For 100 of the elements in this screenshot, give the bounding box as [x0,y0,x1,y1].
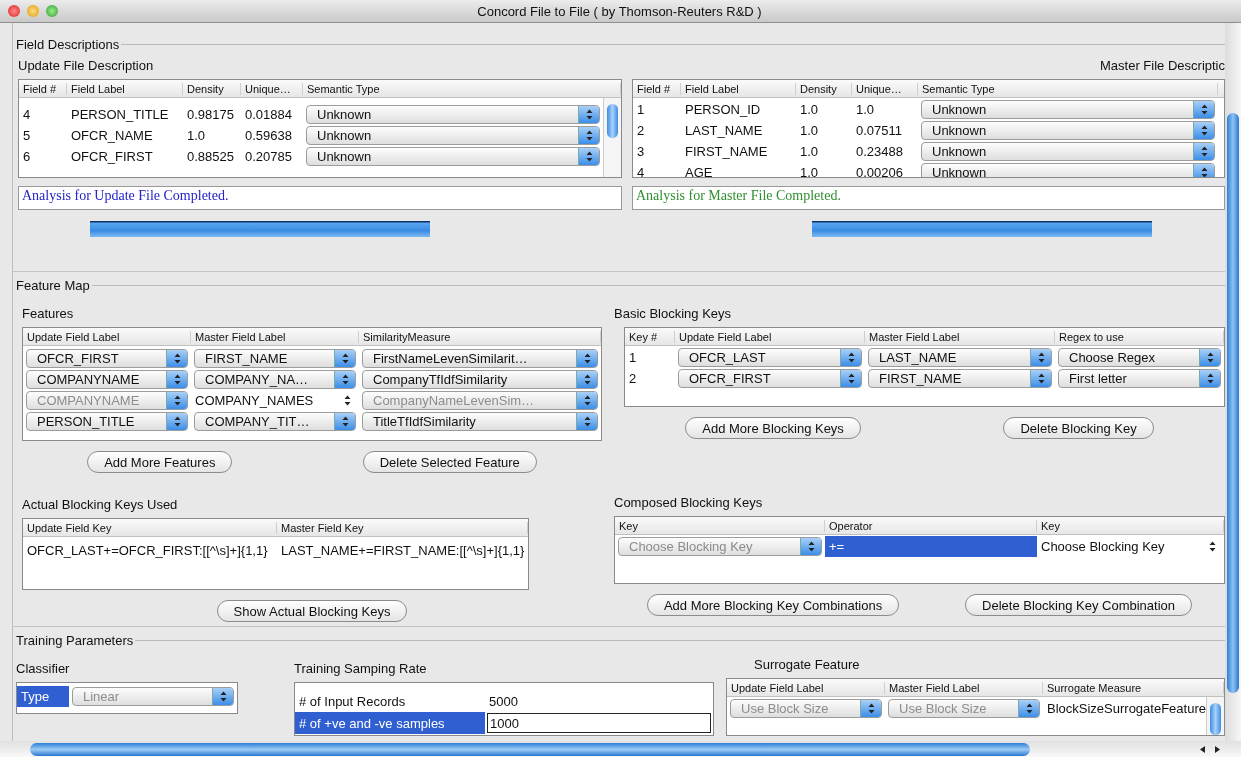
column-header[interactable]: Unique… [241,82,303,95]
dropdown[interactable]: COMPANY_NA… [194,370,356,389]
column-header[interactable]: Key [1037,519,1224,532]
table-cell-text: 1.0 [799,123,820,138]
dropdown[interactable]: TitleTfIdfSimilarity [362,412,598,431]
push-button[interactable]: Delete Selected Feature [362,451,537,473]
dropdown[interactable]: CompanyTfIdfSimilarity [362,370,598,389]
dropdown[interactable]: Unknown [921,163,1215,177]
table-cell-text: 1.0 [855,102,876,117]
column-header[interactable]: Operator [825,519,1037,532]
dropdown[interactable]: Unknown [921,142,1215,161]
scrollbar[interactable] [1206,697,1224,735]
column-header[interactable]: Update Field Label [23,330,191,343]
dropdown[interactable]: Unknown [306,147,600,166]
column-header[interactable]: Update Field Key [23,521,277,534]
table-cell-text: 4 [636,165,646,177]
dropdown[interactable]: OFCR_FIRST [678,369,862,388]
scrollbar[interactable] [603,98,621,177]
dropdown[interactable]: FirstNameLevenSimilarit… [362,349,598,368]
dropdown[interactable]: Choose Regex [1058,348,1221,367]
stepper-icon [1200,125,1208,136]
table-cell[interactable]: Type [17,686,69,707]
window-title: Concord File to File ( by Thomson-Reuters R&D ) [476,3,763,19]
dropdown[interactable]: First letter [1058,369,1221,388]
scroll-arrows-icon[interactable] [1199,745,1221,754]
scrollbar[interactable] [0,741,1241,757]
table-cell[interactable]: # of Input Records [295,694,485,709]
subsection-title: Basic Blocking Keys [614,306,733,321]
stepper-icon [1206,352,1214,363]
dropdown[interactable]: COMPANY_NAMES [191,393,359,408]
column-header[interactable]: Key [615,519,825,532]
zoom-icon[interactable] [46,5,58,17]
column-header[interactable]: Semantic Type [918,82,1218,95]
table-cell-text: 1.0 [799,102,820,117]
subsection-title: Actual Blocking Keys Used [22,497,179,512]
table-cell-text: 4 [22,107,32,122]
stepper-icon [173,374,181,385]
dropdown[interactable]: OFCR_FIRST [26,349,188,368]
column-header[interactable]: Density [796,82,852,95]
table-cell-text: 0.98175 [186,107,235,122]
column-header[interactable]: SimilarityMeasure [359,330,601,343]
column-header[interactable]: Master Field Label [865,330,1055,343]
table-cell-text: 1 [636,102,646,117]
dropdown[interactable]: PERSON_TITLE [26,412,188,431]
column-header[interactable]: Master Field Label [885,681,1043,694]
push-button[interactable]: Add More Features [87,451,233,473]
stepper-icon [341,416,349,427]
table-cell-text: OFCR_FIRST [70,149,154,164]
input-field[interactable]: 1000 [487,713,711,733]
push-button[interactable]: Add More Blocking Key Combinations [646,594,900,616]
dropdown[interactable]: COMPANYNAME [26,370,188,389]
stepper-icon [173,353,181,364]
table-cell[interactable]: += [825,536,1037,557]
stepper-icon [583,374,591,385]
table-cell-text: 0.88525 [186,149,235,164]
column-header[interactable]: Field Label [681,82,796,95]
column-header[interactable]: Density [183,82,241,95]
dropdown[interactable]: Unknown [306,105,600,124]
dropdown[interactable]: Unknown [921,121,1215,140]
dropdown[interactable]: Unknown [921,100,1215,119]
scrollbar[interactable] [1225,23,1241,741]
status-message: Analysis for Update File Completed. [18,186,622,210]
column-header[interactable]: Field Label [67,82,183,95]
dropdown[interactable]: OFCR_LAST [678,348,862,367]
dropdown[interactable]: COMPANY_TIT… [194,412,356,431]
column-header[interactable]: Regex to use [1055,330,1224,343]
subsection-title: Composed Blocking Keys [614,495,764,510]
column-header[interactable]: Field # [19,82,67,95]
table-cell-text: FIRST_NAME [684,144,769,159]
push-button[interactable]: Delete Blocking Key Combination [965,594,1193,616]
subsection-title: Training Samping Rate [294,661,428,676]
subsection-title: Surrogate Feature [754,657,861,672]
column-header[interactable]: Update Field Label [675,330,865,343]
push-button[interactable]: Delete Blocking Key [1003,417,1154,439]
column-header[interactable]: Update Field Label [727,681,885,694]
stepper-icon [847,352,855,363]
close-icon[interactable] [8,5,20,17]
push-button[interactable]: Show Actual Blocking Keys [216,600,408,622]
column-header[interactable]: Surrogate Measure [1043,681,1224,694]
stepper-icon [344,395,351,406]
column-header[interactable]: Field # [633,82,681,95]
dropdown[interactable]: FIRST_NAME [868,369,1052,388]
push-button[interactable]: Add More Blocking Keys [685,417,861,439]
column-header[interactable]: Master Field Label [191,330,359,343]
stepper-icon [219,691,227,702]
column-header[interactable]: Master Field Key [277,521,528,534]
dropdown[interactable]: Unknown [306,126,600,145]
dropdown[interactable]: FIRST_NAME [194,349,356,368]
table-cell-text: 0.07511 [855,123,904,138]
status-message: Analysis for Master File Completed. [632,186,1225,210]
subsection-title: Update File Description [18,58,155,73]
column-header[interactable]: Key # [625,330,675,343]
dropdown[interactable]: LAST_NAME [868,348,1052,367]
table-cell[interactable]: 5000 [485,694,713,709]
column-header[interactable]: Unique… [852,82,918,95]
dropdown[interactable]: Choose Blocking Key [1037,539,1224,554]
stepper-icon [173,395,181,406]
column-header[interactable]: Semantic Type [303,82,621,95]
stepper-icon [585,130,593,141]
table-cell[interactable]: # of +ve and -ve samples [295,712,485,734]
